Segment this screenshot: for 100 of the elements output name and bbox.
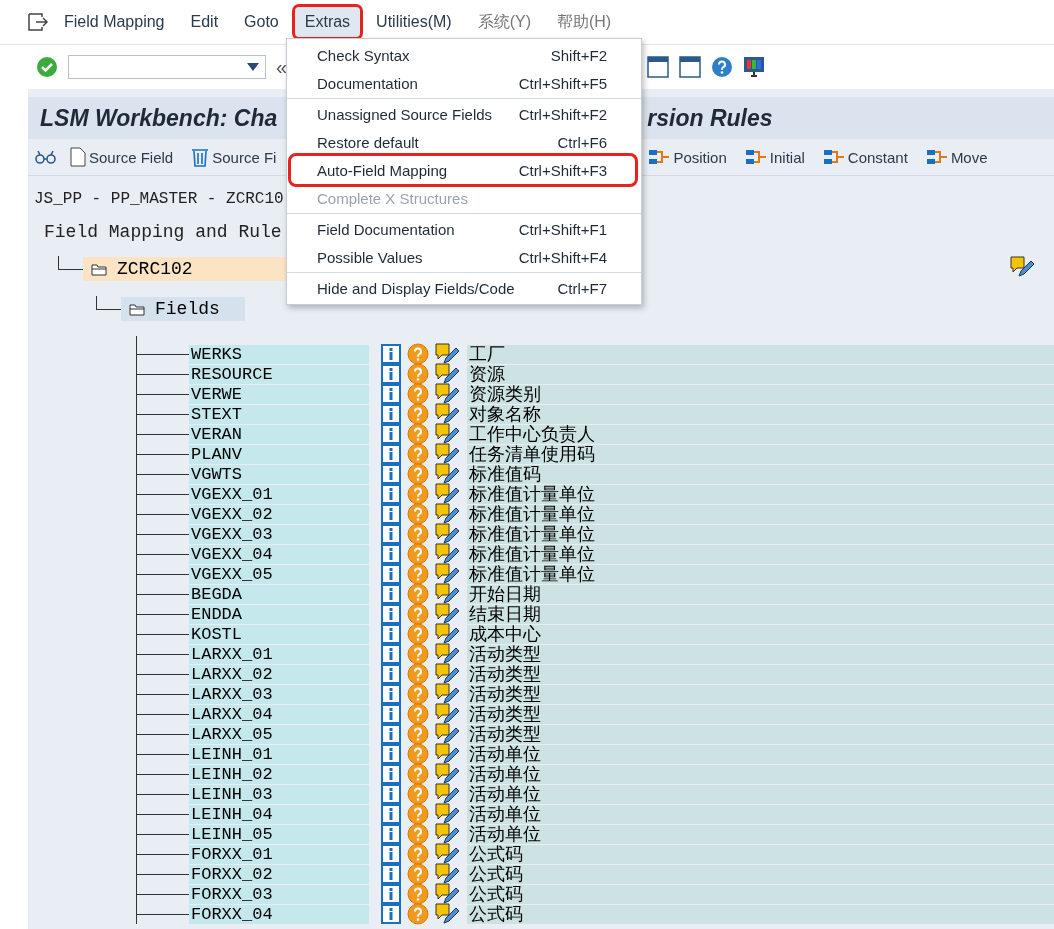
info-icon[interactable] <box>381 784 401 804</box>
comment-edit-icon[interactable] <box>435 843 459 865</box>
comment-edit-icon[interactable] <box>435 823 459 845</box>
info-icon[interactable] <box>381 764 401 784</box>
comment-edit-icon[interactable] <box>435 523 459 545</box>
help-icon[interactable] <box>407 683 429 705</box>
menu-item[interactable]: 系统(Y) <box>467 5 541 39</box>
menu-entry[interactable]: Unassigned Source Fields Ctrl+Shift+F2 <box>287 100 635 128</box>
menu-item[interactable]: Field Mapping <box>54 7 175 37</box>
help-icon[interactable] <box>407 583 429 605</box>
help-icon[interactable] <box>407 863 429 885</box>
menu-entry[interactable]: Restore default Ctrl+F6 <box>287 128 635 156</box>
toolbar-button[interactable]: Position <box>642 145 733 169</box>
help-icon[interactable] <box>407 623 429 645</box>
window-icon[interactable] <box>679 56 702 78</box>
menu-entry[interactable]: Documentation Ctrl+Shift+F5 <box>287 69 635 97</box>
collapse-button[interactable]: « <box>276 55 288 79</box>
info-icon[interactable] <box>381 524 401 544</box>
info-icon[interactable] <box>381 824 401 844</box>
help-icon[interactable] <box>407 543 429 565</box>
help-icon[interactable] <box>407 643 429 665</box>
menu-item[interactable]: Extras <box>294 7 361 37</box>
info-icon[interactable] <box>381 724 401 744</box>
help-icon[interactable] <box>407 703 429 725</box>
help-icon[interactable] <box>711 56 734 78</box>
help-icon[interactable] <box>407 343 429 365</box>
menu-entry[interactable]: Check Syntax Shift+F2 <box>287 41 635 69</box>
comment-edit-icon[interactable] <box>435 703 459 725</box>
comment-edit-icon[interactable] <box>435 783 459 805</box>
comment-edit-icon[interactable] <box>435 443 459 465</box>
menu-entry[interactable]: Auto-Field Mapping Ctrl+Shift+F3 <box>291 156 635 184</box>
comment-edit-icon[interactable] <box>435 883 459 905</box>
help-icon[interactable] <box>407 363 429 385</box>
menu-item[interactable]: 帮助(H) <box>547 5 622 39</box>
comment-edit-icon[interactable] <box>435 743 459 765</box>
info-icon[interactable] <box>381 444 401 464</box>
help-icon[interactable] <box>407 843 429 865</box>
comment-edit-icon[interactable] <box>435 863 459 885</box>
comment-edit-icon[interactable] <box>435 903 459 925</box>
toolbar-button[interactable]: Source Field <box>64 145 180 169</box>
info-icon[interactable] <box>381 464 401 484</box>
info-icon[interactable] <box>381 684 401 704</box>
toolbar-button[interactable]: Move <box>919 145 994 169</box>
info-icon[interactable] <box>381 404 401 424</box>
exit-icon[interactable] <box>28 13 48 31</box>
command-field[interactable] <box>68 55 266 79</box>
comment-edit-icon[interactable] <box>435 363 459 385</box>
comment-edit-icon[interactable] <box>435 623 459 645</box>
help-icon[interactable] <box>407 483 429 505</box>
info-icon[interactable] <box>381 864 401 884</box>
help-icon[interactable] <box>407 763 429 785</box>
comment-edit-icon[interactable] <box>435 423 459 445</box>
comment-edit-icon[interactable] <box>435 543 459 565</box>
info-icon[interactable] <box>381 744 401 764</box>
help-icon[interactable] <box>407 803 429 825</box>
menu-item[interactable]: Utilities(M) <box>366 7 462 37</box>
toolbar-button[interactable]: Initial <box>738 145 811 169</box>
monitor-icon[interactable] <box>743 56 766 78</box>
comment-edit-icon[interactable] <box>435 803 459 825</box>
info-icon[interactable] <box>381 364 401 384</box>
toolbar-button[interactable]: Constant <box>816 145 914 169</box>
menu-entry[interactable]: Possible Values Ctrl+Shift+F4 <box>287 243 635 271</box>
caret-icon[interactable] <box>247 63 259 71</box>
comment-edit-icon[interactable] <box>435 483 459 505</box>
help-icon[interactable] <box>407 563 429 585</box>
info-icon[interactable] <box>381 584 401 604</box>
help-icon[interactable] <box>407 403 429 425</box>
menu-item[interactable]: Goto <box>234 7 289 37</box>
help-icon[interactable] <box>407 723 429 745</box>
help-icon[interactable] <box>407 503 429 525</box>
info-icon[interactable] <box>381 884 401 904</box>
info-icon[interactable] <box>381 704 401 724</box>
info-icon[interactable] <box>381 344 401 364</box>
comment-edit-icon[interactable] <box>435 563 459 585</box>
info-icon[interactable] <box>381 504 401 524</box>
help-icon[interactable] <box>407 783 429 805</box>
comment-edit-icon[interactable] <box>435 603 459 625</box>
tree-node[interactable]: ZCRC102 <box>83 257 289 281</box>
comment-edit-icon[interactable] <box>435 723 459 745</box>
info-icon[interactable] <box>381 384 401 404</box>
comment-edit-icon[interactable] <box>435 343 459 365</box>
help-icon[interactable] <box>407 463 429 485</box>
toolbar-button[interactable]: Source Fi <box>185 145 283 169</box>
help-icon[interactable] <box>407 443 429 465</box>
info-icon[interactable] <box>381 844 401 864</box>
comment-edit-icon[interactable] <box>435 643 459 665</box>
help-icon[interactable] <box>407 383 429 405</box>
window-icon[interactable] <box>647 56 670 78</box>
info-icon[interactable] <box>381 664 401 684</box>
info-icon[interactable] <box>381 644 401 664</box>
help-icon[interactable] <box>407 903 429 925</box>
help-icon[interactable] <box>407 523 429 545</box>
comment-edit-icon[interactable] <box>1010 256 1034 278</box>
info-icon[interactable] <box>381 804 401 824</box>
info-icon[interactable] <box>381 904 401 924</box>
comment-edit-icon[interactable] <box>435 583 459 605</box>
info-icon[interactable] <box>381 624 401 644</box>
help-icon[interactable] <box>407 423 429 445</box>
help-icon[interactable] <box>407 823 429 845</box>
comment-edit-icon[interactable] <box>435 763 459 785</box>
